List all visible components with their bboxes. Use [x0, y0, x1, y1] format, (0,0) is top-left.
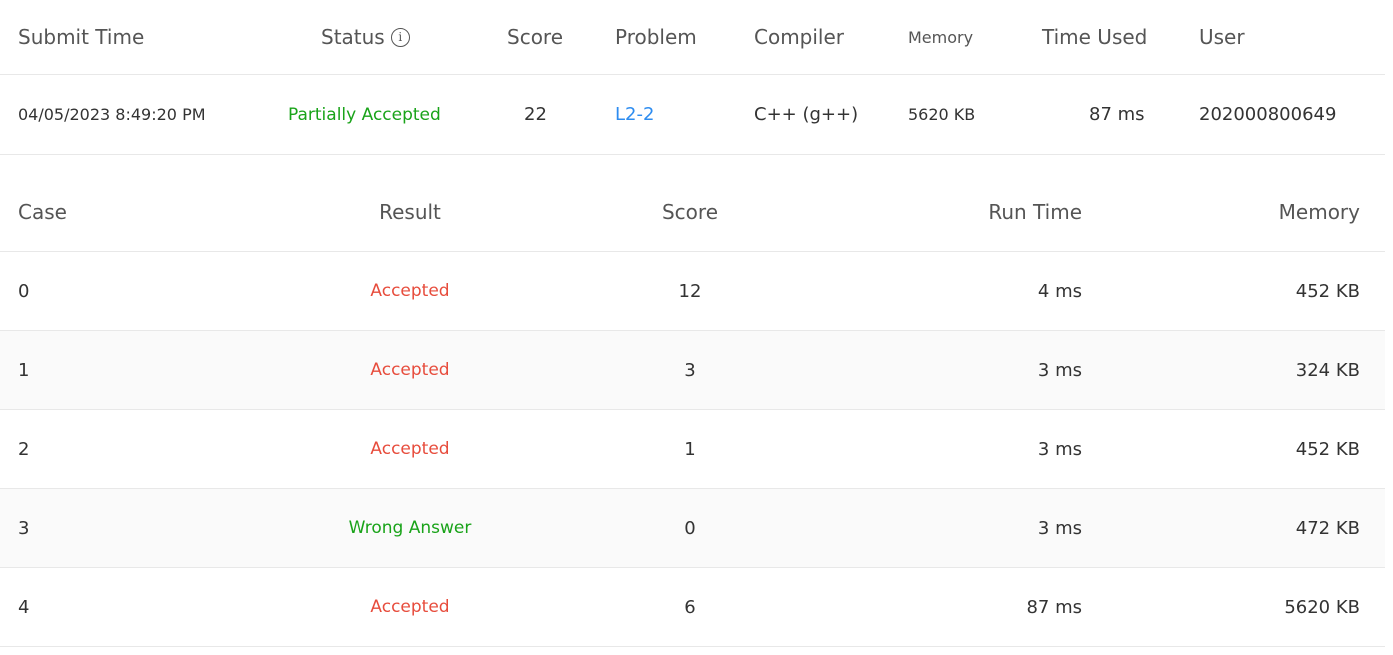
- case-score: 6: [684, 596, 696, 618]
- case-result: Accepted: [370, 360, 450, 380]
- header-compiler: Compiler: [754, 25, 845, 49]
- info-icon[interactable]: i: [390, 27, 410, 47]
- case-memory: 5620 KB: [1284, 596, 1360, 618]
- case-number: 0: [18, 280, 30, 302]
- case-header-row: Case Result Score Run Time Memory: [0, 155, 1385, 252]
- case-result: Accepted: [370, 439, 450, 459]
- case-number: 1: [18, 359, 30, 381]
- case-score: 3: [684, 359, 696, 381]
- case-score: 1: [684, 438, 696, 460]
- submission-header-row: Submit Time Status i Score Problem Compi…: [0, 0, 1385, 75]
- memory-value: 5620 KB: [908, 105, 976, 124]
- case-memory: 472 KB: [1295, 517, 1360, 539]
- table-row: 2 Accepted 1 3 ms 452 KB: [0, 410, 1385, 489]
- case-memory: 452 KB: [1295, 280, 1360, 302]
- case-memory: 452 KB: [1295, 438, 1360, 460]
- status-value: Partially Accepted: [288, 104, 441, 125]
- case-run-time: 3 ms: [1037, 438, 1082, 460]
- header-problem: Problem: [615, 25, 697, 49]
- time-used-value: 87 ms: [1089, 104, 1145, 125]
- header-run-time: Run Time: [988, 200, 1082, 224]
- case-score: 0: [684, 517, 696, 539]
- header-user: User: [1199, 25, 1245, 49]
- submission-summary-table: Submit Time Status i Score Problem Compi…: [0, 0, 1385, 155]
- case-run-time: 87 ms: [1026, 596, 1082, 618]
- case-result: Wrong Answer: [348, 518, 472, 538]
- case-result: Accepted: [370, 597, 450, 617]
- submission-detail: Submit Time Status i Score Problem Compi…: [0, 0, 1385, 647]
- header-memory: Memory: [908, 27, 974, 47]
- header-score: Score: [507, 25, 564, 49]
- header-status: Status i: [321, 0, 410, 74]
- header-status-label: Status: [321, 25, 385, 49]
- case-number: 2: [18, 438, 30, 460]
- submission-row: 04/05/2023 8:49:20 PM Partially Accepted…: [0, 75, 1385, 155]
- case-run-time: 4 ms: [1037, 280, 1082, 302]
- case-result: Accepted: [370, 281, 450, 301]
- table-row: 1 Accepted 3 3 ms 324 KB: [0, 331, 1385, 410]
- case-memory: 324 KB: [1295, 359, 1360, 381]
- table-row: 4 Accepted 6 87 ms 5620 KB: [0, 568, 1385, 647]
- case-run-time: 3 ms: [1037, 359, 1082, 381]
- header-case-score: Score: [661, 200, 718, 224]
- case-score: 12: [678, 280, 702, 302]
- table-row: 0 Accepted 12 4 ms 452 KB: [0, 252, 1385, 331]
- submit-time: 04/05/2023 8:49:20 PM: [18, 105, 206, 124]
- header-result: Result: [379, 200, 441, 224]
- header-submit-time: Submit Time: [18, 25, 145, 49]
- case-results-table: Case Result Score Run Time Memory 0 Acce…: [0, 155, 1385, 647]
- compiler-value: C++ (g++): [754, 104, 859, 125]
- case-run-time: 3 ms: [1037, 517, 1082, 539]
- case-number: 3: [18, 517, 30, 539]
- user-value: 202000800649: [1199, 104, 1337, 125]
- table-row: 3 Wrong Answer 0 3 ms 472 KB: [0, 489, 1385, 568]
- header-time-used: Time Used: [1042, 25, 1148, 49]
- problem-link[interactable]: L2-2: [615, 75, 654, 154]
- case-number: 4: [18, 596, 30, 618]
- score-value: 22: [524, 104, 547, 125]
- header-case: Case: [18, 200, 67, 224]
- header-case-memory: Memory: [1278, 200, 1360, 224]
